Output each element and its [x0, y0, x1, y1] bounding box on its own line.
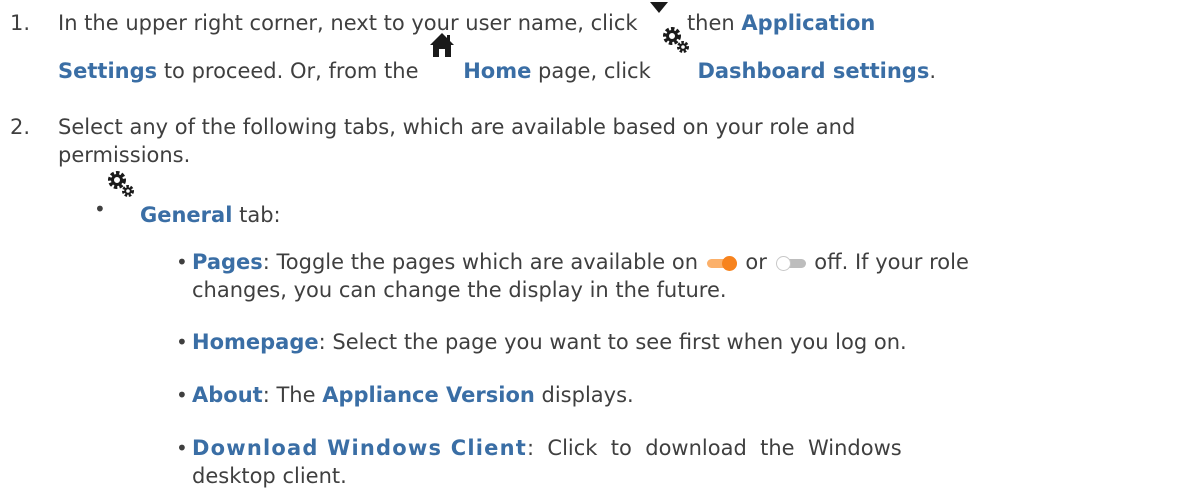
- step-1-period: .: [929, 59, 937, 83]
- bullet: •: [176, 436, 188, 460]
- step-1-line-1: In the upper right corner, next to your …: [58, 2, 876, 37]
- appliance-version-label: Appliance Version: [322, 383, 535, 407]
- toggle-on-icon: [706, 256, 737, 271]
- step-number-1: 1.: [10, 11, 31, 35]
- bullet: •: [176, 330, 188, 354]
- pages-text-c: off. If your role: [814, 250, 969, 274]
- pages-label: Pages: [192, 250, 263, 274]
- general-tab-item: General tab:: [106, 171, 281, 229]
- dashboard-settings-label: Dashboard settings: [697, 59, 930, 83]
- application-settings-label-a: Application: [741, 11, 876, 35]
- pages-item: Pages: Toggle the pages which are availa…: [192, 249, 969, 276]
- download-windows-client-label: Download Windows Client: [192, 436, 527, 460]
- toggle-off-icon: [775, 256, 806, 271]
- application-settings-label-b: Settings: [58, 59, 158, 83]
- step-2-line-1: Select any of the following tabs, which …: [58, 115, 856, 139]
- step-number-2: 2.: [10, 115, 31, 139]
- bullet: •: [176, 250, 188, 274]
- bullet: •: [176, 383, 188, 407]
- step-1-line-2: Settings to proceed. Or, from the Home p…: [58, 27, 937, 85]
- step-1-text-b: then: [686, 11, 735, 35]
- about-text-a: : The: [262, 383, 316, 407]
- pages-text-b: or: [745, 250, 767, 274]
- download-item: Download Windows Client: Click to downlo…: [192, 435, 902, 462]
- download-line-2: desktop client.: [192, 464, 347, 488]
- gears-icon: [661, 27, 691, 78]
- homepage-label: Homepage: [192, 330, 319, 354]
- step-1-text-d: page, click: [538, 59, 651, 83]
- homepage-item: Homepage: Select the page you want to se…: [192, 329, 907, 356]
- home-icon: [429, 33, 455, 78]
- bullet: •: [94, 197, 106, 221]
- about-label: About: [192, 383, 263, 407]
- gears-icon: [106, 171, 136, 222]
- about-text-b: displays.: [541, 383, 634, 407]
- step-1-text-a: In the upper right corner, next to your …: [58, 11, 638, 35]
- pages-line-2: changes, you can change the display in t…: [192, 278, 727, 302]
- pages-text-a: : Toggle the pages which are available o…: [262, 250, 699, 274]
- about-item: About: The Appliance Version displays.: [192, 382, 634, 409]
- general-label: General: [140, 203, 233, 227]
- home-label: Home: [463, 59, 532, 83]
- step-2-line-2: permissions.: [58, 143, 191, 167]
- step-1-text-c: to proceed. Or, from the: [163, 59, 419, 83]
- general-tab-text: tab:: [239, 203, 281, 227]
- download-text: : Click to download the Windows: [526, 436, 902, 460]
- homepage-text: : Select the page you want to see first …: [318, 330, 907, 354]
